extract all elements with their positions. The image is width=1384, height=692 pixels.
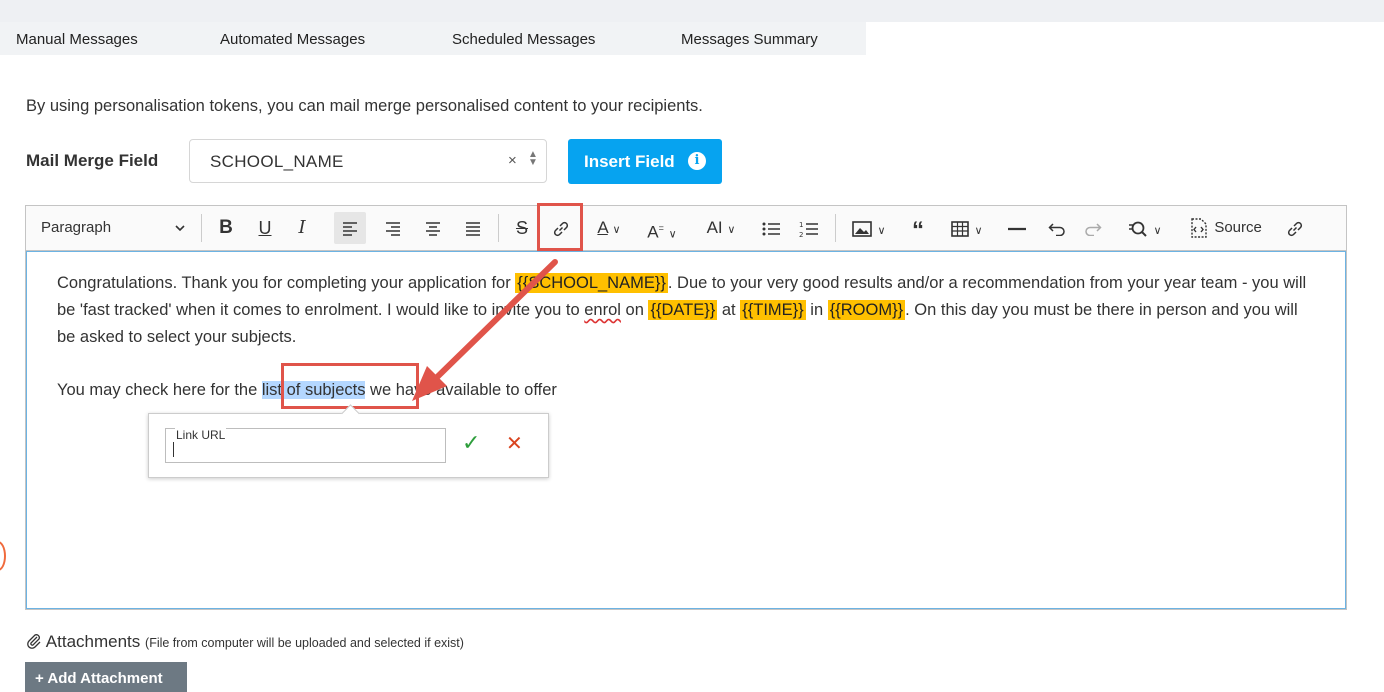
token-date: {{DATE}} xyxy=(648,300,718,320)
token-room: {{ROOM}} xyxy=(827,300,906,320)
align-right-icon[interactable] xyxy=(378,206,408,250)
tab-manual-messages[interactable]: Manual Messages xyxy=(16,22,220,55)
chevron-down-icon[interactable] xyxy=(174,216,186,243)
tab-bar: Manual Messages Automated Messages Sched… xyxy=(0,22,866,55)
bulleted-list-icon[interactable] xyxy=(756,206,786,250)
attachments-note: (File from computer will be uploaded and… xyxy=(145,636,464,650)
align-left-icon[interactable] xyxy=(334,212,366,244)
editor-toolbar: Paragraph B U I S A ∨ A= ∨ AI ∨ 1 2 ∨ “ … xyxy=(26,206,1346,251)
horizontal-line-icon[interactable] xyxy=(1002,206,1032,250)
tab-messages-summary[interactable]: Messages Summary xyxy=(681,22,861,55)
toolbar-divider xyxy=(498,214,499,242)
italic-icon[interactable]: I xyxy=(288,206,316,250)
attachments-label: Attachments xyxy=(45,632,141,651)
selected-text-highlight xyxy=(281,363,419,409)
font-family-icon[interactable]: A= ∨ xyxy=(639,206,685,250)
align-justify-icon[interactable] xyxy=(458,206,488,250)
blockquote-icon[interactable]: “ xyxy=(903,206,933,250)
tab-scheduled-messages[interactable]: Scheduled Messages xyxy=(452,22,681,55)
text-caret xyxy=(173,442,174,457)
source-button[interactable]: Source xyxy=(1183,206,1267,250)
font-size-icon[interactable]: AI ∨ xyxy=(696,206,746,250)
table-icon[interactable]: ∨ xyxy=(941,206,993,250)
close-icon[interactable]: ✕ xyxy=(506,431,523,456)
font-size-label: AI xyxy=(706,218,723,237)
add-attachment-button[interactable]: + Add Attachment xyxy=(25,662,187,692)
undo-icon[interactable] xyxy=(1042,206,1072,250)
sort-arrows-icon[interactable]: ▲ ▼ xyxy=(528,150,538,168)
top-strip xyxy=(0,0,1384,22)
paragraph-dropdown[interactable]: Paragraph xyxy=(41,219,111,236)
link-url-label: Link URL xyxy=(175,428,227,442)
find-replace-icon[interactable]: ∨ xyxy=(1120,206,1170,250)
toolbar-divider xyxy=(835,214,836,242)
toolbar-divider xyxy=(201,214,202,242)
mail-merge-select[interactable]: SCHOOL_NAME × ▲ ▼ xyxy=(189,139,547,183)
token-time: {{TIME}} xyxy=(740,300,806,320)
checkmark-icon[interactable]: ✓ xyxy=(462,430,480,456)
mail-merge-value: SCHOOL_NAME xyxy=(210,152,344,171)
floating-widget-edge[interactable] xyxy=(0,541,6,571)
rich-text-editor: Paragraph B U I S A ∨ A= ∨ AI ∨ 1 2 ∨ “ … xyxy=(25,205,1347,610)
align-center-icon[interactable] xyxy=(418,206,448,250)
source-label: Source xyxy=(1214,219,1262,236)
svg-text:1: 1 xyxy=(799,221,803,229)
redo-icon[interactable] xyxy=(1078,206,1108,250)
paragraph-1: Congratulations. Thank you for completin… xyxy=(57,273,1307,346)
svg-text:2: 2 xyxy=(799,231,803,238)
paperclip-icon xyxy=(26,632,46,651)
link-url-input[interactable]: Link URL xyxy=(165,428,446,463)
tab-automated-messages[interactable]: Automated Messages xyxy=(220,22,452,55)
link-button-highlight xyxy=(537,203,583,251)
bold-icon[interactable]: B xyxy=(211,206,241,250)
image-icon[interactable]: ∨ xyxy=(844,206,894,250)
numbered-list-icon[interactable]: 12 xyxy=(794,206,824,250)
misspelled-word: enrol xyxy=(584,301,621,319)
clear-icon[interactable]: × xyxy=(508,152,517,169)
token-school-name: {{SCHOOL_NAME}} xyxy=(515,273,668,293)
link-icon[interactable] xyxy=(1280,206,1310,250)
strikethrough-icon[interactable]: S xyxy=(507,206,537,250)
underline-icon[interactable]: U xyxy=(250,206,280,250)
link-popup: Link URL ✓ ✕ xyxy=(148,404,549,478)
insert-field-label: Insert Field xyxy=(584,152,675,171)
intro-text: By using personalisation tokens, you can… xyxy=(26,97,703,115)
paragraph-2: You may check here for the list of subje… xyxy=(57,381,557,399)
font-color-icon[interactable]: A ∨ xyxy=(589,206,629,250)
mail-merge-label: Mail Merge Field xyxy=(26,151,159,170)
info-icon[interactable]: i xyxy=(688,152,706,170)
insert-field-button[interactable]: Insert Field i xyxy=(568,139,722,184)
attachments-section: Attachments (File from computer will be … xyxy=(26,632,464,652)
